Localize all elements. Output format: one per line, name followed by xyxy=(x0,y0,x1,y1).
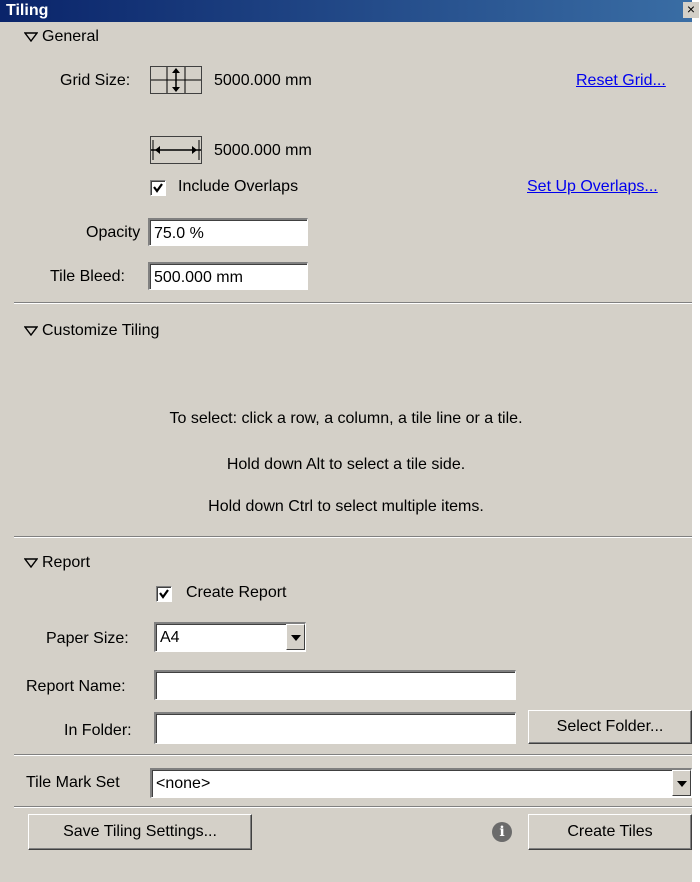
include-overlaps-label[interactable]: Include Overlaps xyxy=(178,178,298,196)
reset-grid-link[interactable]: Reset Grid... xyxy=(576,72,666,90)
panel-body: General Grid Size: 5000.000 mm Reset Gri… xyxy=(0,22,692,882)
set-up-overlaps-link[interactable]: Set Up Overlaps... xyxy=(527,178,658,196)
save-tiling-settings-button[interactable]: Save Tiling Settings... xyxy=(28,814,252,850)
general-section-header[interactable]: General xyxy=(42,28,99,46)
chevron-down-icon[interactable] xyxy=(672,770,691,796)
in-folder-label: In Folder: xyxy=(64,722,132,739)
create-report-checkbox[interactable] xyxy=(156,586,172,602)
customize-hint-select: To select: click a row, a column, a tile… xyxy=(169,410,523,427)
grid-height-icon xyxy=(150,66,202,94)
create-tiles-button[interactable]: Create Tiles xyxy=(528,814,692,850)
paper-size-label: Paper Size: xyxy=(46,630,129,647)
tile-bleed-label: Tile Bleed: xyxy=(50,268,125,285)
report-name-input[interactable] xyxy=(154,670,516,700)
grid-width-value: 5000.000 mm xyxy=(214,142,312,159)
window-title: Tiling xyxy=(6,2,49,19)
customize-section-header[interactable]: Customize Tiling xyxy=(42,322,159,340)
section-divider xyxy=(14,536,692,538)
report-section-header[interactable]: Report xyxy=(42,554,90,572)
opacity-input[interactable]: 75.0 % xyxy=(148,218,308,246)
paper-size-select[interactable]: A4 xyxy=(154,622,306,652)
select-folder-button[interactable]: Select Folder... xyxy=(528,710,692,744)
opacity-label: Opacity xyxy=(86,224,141,241)
section-divider xyxy=(14,806,692,808)
tile-bleed-input[interactable]: 500.000 mm xyxy=(148,262,308,290)
paper-size-value: A4 xyxy=(160,629,180,646)
customize-hint-alt: Hold down Alt to select a tile side. xyxy=(226,456,466,473)
include-overlaps-checkbox[interactable] xyxy=(150,180,166,196)
create-report-label[interactable]: Create Report xyxy=(186,584,287,602)
tile-mark-set-select[interactable]: <none> xyxy=(150,768,692,798)
grid-width-icon xyxy=(150,136,202,164)
chevron-down-icon[interactable] xyxy=(286,624,305,650)
customize-collapse-icon[interactable] xyxy=(24,326,38,336)
section-divider xyxy=(14,754,692,756)
report-name-label: Report Name: xyxy=(26,678,126,695)
close-icon[interactable]: × xyxy=(683,2,699,18)
report-collapse-icon[interactable] xyxy=(24,558,38,568)
grid-height-value: 5000.000 mm xyxy=(214,72,312,89)
title-bar: Tiling xyxy=(0,0,692,22)
info-icon[interactable]: i xyxy=(492,822,512,842)
customize-hint-ctrl: Hold down Ctrl to select multiple items. xyxy=(208,498,484,515)
checkmark-icon xyxy=(159,589,169,599)
section-divider xyxy=(14,302,692,304)
checkmark-icon xyxy=(153,183,163,193)
general-collapse-icon[interactable] xyxy=(24,32,38,42)
tile-mark-set-value: <none> xyxy=(156,775,211,792)
tile-mark-set-label: Tile Mark Set xyxy=(26,774,120,791)
grid-size-label: Grid Size: xyxy=(60,72,131,89)
in-folder-input[interactable] xyxy=(154,712,516,744)
